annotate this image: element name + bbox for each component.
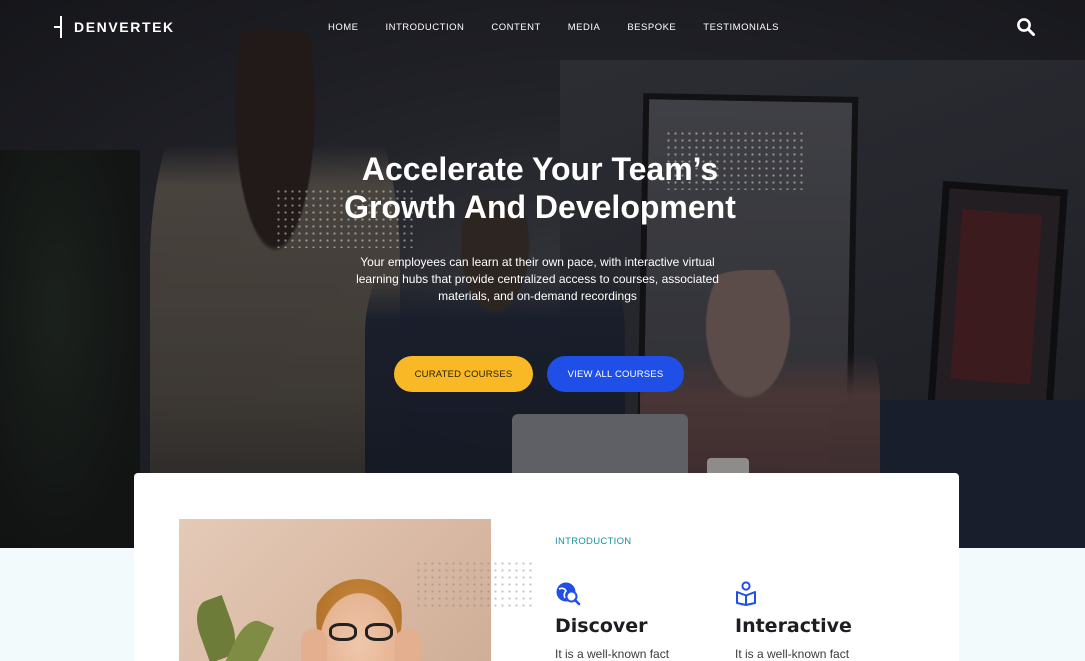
feature-interactive: Interactive It is a well-known fact (735, 580, 895, 661)
top-navigation: DENVERTEK HOME INTRODUCTION CONTENT MEDI… (0, 0, 1085, 56)
curated-courses-button[interactable]: CURATED COURSES (394, 356, 533, 392)
feature-text: It is a well-known fact (555, 647, 670, 661)
nav-item-media[interactable]: MEDIA (568, 22, 601, 33)
intro-section-label: INTRODUCTION (555, 536, 632, 547)
globe-search-icon (556, 582, 581, 606)
dot-pattern (415, 560, 535, 608)
feature-discover: Discover It is a well-known fact (555, 580, 715, 661)
nav-item-introduction[interactable]: INTRODUCTION (386, 22, 465, 33)
search-icon (1017, 18, 1035, 36)
nav-item-home[interactable]: HOME (328, 22, 359, 33)
nav-item-bespoke[interactable]: BESPOKE (627, 22, 676, 33)
view-all-courses-button[interactable]: VIEW ALL COURSES (547, 356, 684, 392)
site-logo[interactable]: DENVERTEK (54, 16, 175, 38)
nav-item-testimonials[interactable]: TESTIMONIALS (703, 22, 779, 33)
hero-title: Accelerate Your Team’s Growth And Develo… (290, 150, 790, 226)
logo-text: DENVERTEK (74, 19, 175, 35)
feature-text: It is a well-known fact (735, 647, 850, 661)
hero-subtitle: Your employees can learn at their own pa… (356, 255, 719, 303)
search-button[interactable] (1016, 17, 1036, 37)
hero-title-line2: Growth And Development (344, 189, 736, 225)
hero-title-line1: Accelerate Your Team’s (361, 151, 719, 187)
nav-item-content[interactable]: CONTENT (491, 22, 540, 33)
logo-mark-icon (54, 16, 68, 38)
main-menu: HOME INTRODUCTION CONTENT MEDIA BESPOKE … (328, 22, 806, 33)
person-book-icon (736, 581, 756, 606)
feature-title: Discover (555, 615, 648, 637)
feature-title: Interactive (735, 615, 852, 637)
